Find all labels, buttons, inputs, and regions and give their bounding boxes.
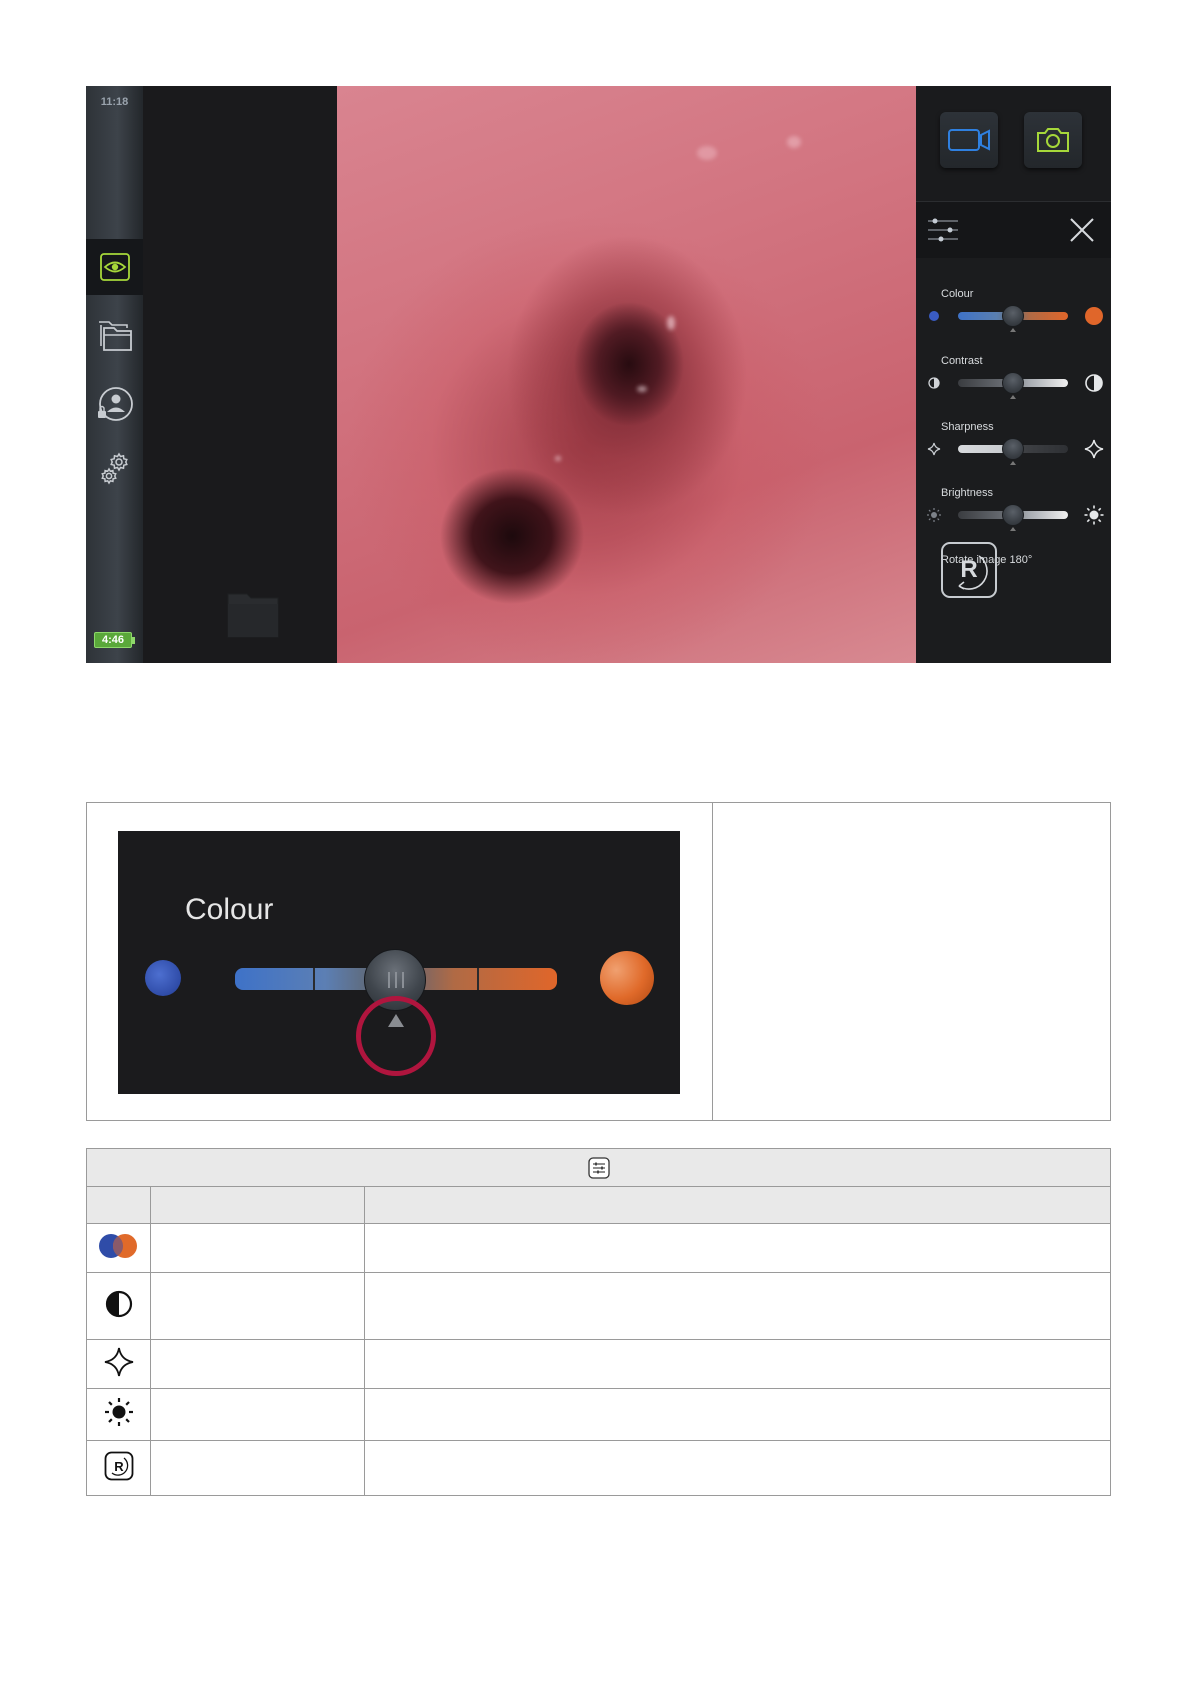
colour-slider-detail-box: Colour bbox=[86, 802, 1111, 1121]
rotate-icon-letter: R bbox=[114, 1459, 124, 1474]
contrast-knob[interactable] bbox=[1002, 372, 1024, 394]
colour-default-marker bbox=[1010, 328, 1016, 332]
table-row bbox=[86, 1272, 1111, 1340]
rotate-button-letter: R bbox=[960, 556, 977, 583]
video-camera-icon bbox=[948, 129, 990, 151]
contrast-low-icon bbox=[928, 377, 940, 389]
colour-low-icon bbox=[929, 311, 939, 321]
settings-button[interactable] bbox=[86, 441, 143, 497]
table-row bbox=[86, 1388, 1111, 1441]
contrast-label: Contrast bbox=[941, 355, 983, 367]
camera-icon bbox=[1037, 128, 1069, 152]
live-endoscope-image bbox=[337, 86, 916, 663]
colour-knob[interactable] bbox=[1002, 305, 1024, 327]
settings-sliders-icon bbox=[928, 218, 958, 242]
folder-icon bbox=[98, 321, 132, 351]
colour-high-icon bbox=[1085, 307, 1103, 325]
empty-panel bbox=[143, 86, 337, 663]
battery-indicator: 4:46 bbox=[94, 632, 135, 648]
user-lock-icon bbox=[97, 387, 133, 421]
colour-icon bbox=[98, 1233, 137, 1258]
contrast-slider[interactable] bbox=[924, 371, 1104, 399]
sidebar: 11:18 4:46 bbox=[86, 86, 143, 663]
brightness-knob[interactable] bbox=[1002, 504, 1024, 526]
rotate-icon: R bbox=[958, 555, 988, 590]
sharpness-label: Sharpness bbox=[941, 421, 994, 433]
zoom-colour-label: Colour bbox=[185, 893, 274, 926]
settings-sliders-icon bbox=[587, 1156, 610, 1179]
take-photo-button[interactable] bbox=[1024, 112, 1082, 168]
contrast-icon bbox=[105, 1290, 132, 1317]
sharpness-default-marker bbox=[1010, 461, 1016, 465]
table-subheader-row bbox=[86, 1186, 1111, 1224]
image-settings-panel: Colour Contrast Sharpness Brightness Rot… bbox=[916, 86, 1111, 663]
capture-area bbox=[916, 86, 1111, 202]
record-video-button[interactable] bbox=[940, 112, 998, 168]
zoom-orange-icon bbox=[600, 951, 654, 1005]
monitor-screen: 11:18 4:46 Colour Contrast Sharpness Bri… bbox=[86, 86, 1111, 663]
brightness-icon bbox=[104, 1398, 133, 1426]
folder-tile-icon[interactable] bbox=[227, 590, 279, 638]
sharpness-high-icon bbox=[1084, 439, 1104, 459]
sharpness-icon bbox=[104, 1347, 133, 1376]
zoom-blue-icon bbox=[145, 960, 181, 996]
table-header-row bbox=[86, 1148, 1111, 1187]
brightness-default-marker bbox=[1010, 527, 1016, 531]
clock: 11:18 bbox=[100, 96, 129, 108]
table-row: R bbox=[86, 1440, 1111, 1496]
eye-icon bbox=[99, 253, 130, 281]
table-row bbox=[86, 1339, 1111, 1389]
colour-slider-closeup: Colour bbox=[118, 831, 680, 1094]
colour-label: Colour bbox=[941, 288, 974, 300]
close-icon[interactable] bbox=[1068, 216, 1096, 244]
user-login-button[interactable] bbox=[86, 377, 143, 433]
rotate-icon: R bbox=[104, 1451, 133, 1480]
sharpness-slider[interactable] bbox=[924, 437, 1104, 465]
contrast-default-marker bbox=[1010, 395, 1016, 399]
brightness-low-icon bbox=[927, 508, 941, 522]
colour-slider[interactable] bbox=[924, 304, 1104, 332]
contrast-high-icon bbox=[1085, 374, 1103, 392]
table-row bbox=[86, 1223, 1111, 1273]
settings-header bbox=[916, 202, 1111, 258]
table-header-cell bbox=[86, 1148, 1111, 1187]
settings-table: R bbox=[86, 1148, 1111, 1496]
sharpness-knob[interactable] bbox=[1002, 438, 1024, 460]
brightness-high-icon bbox=[1084, 505, 1104, 525]
file-viewer-button[interactable] bbox=[86, 307, 143, 363]
sharpness-low-icon bbox=[927, 442, 941, 456]
rotate-image-button[interactable]: R bbox=[941, 542, 997, 598]
highlight-circle bbox=[356, 996, 436, 1076]
gear-icon bbox=[100, 452, 128, 485]
brightness-slider[interactable] bbox=[924, 503, 1104, 531]
brightness-label: Brightness bbox=[941, 487, 993, 499]
live-view-button[interactable] bbox=[86, 239, 143, 295]
